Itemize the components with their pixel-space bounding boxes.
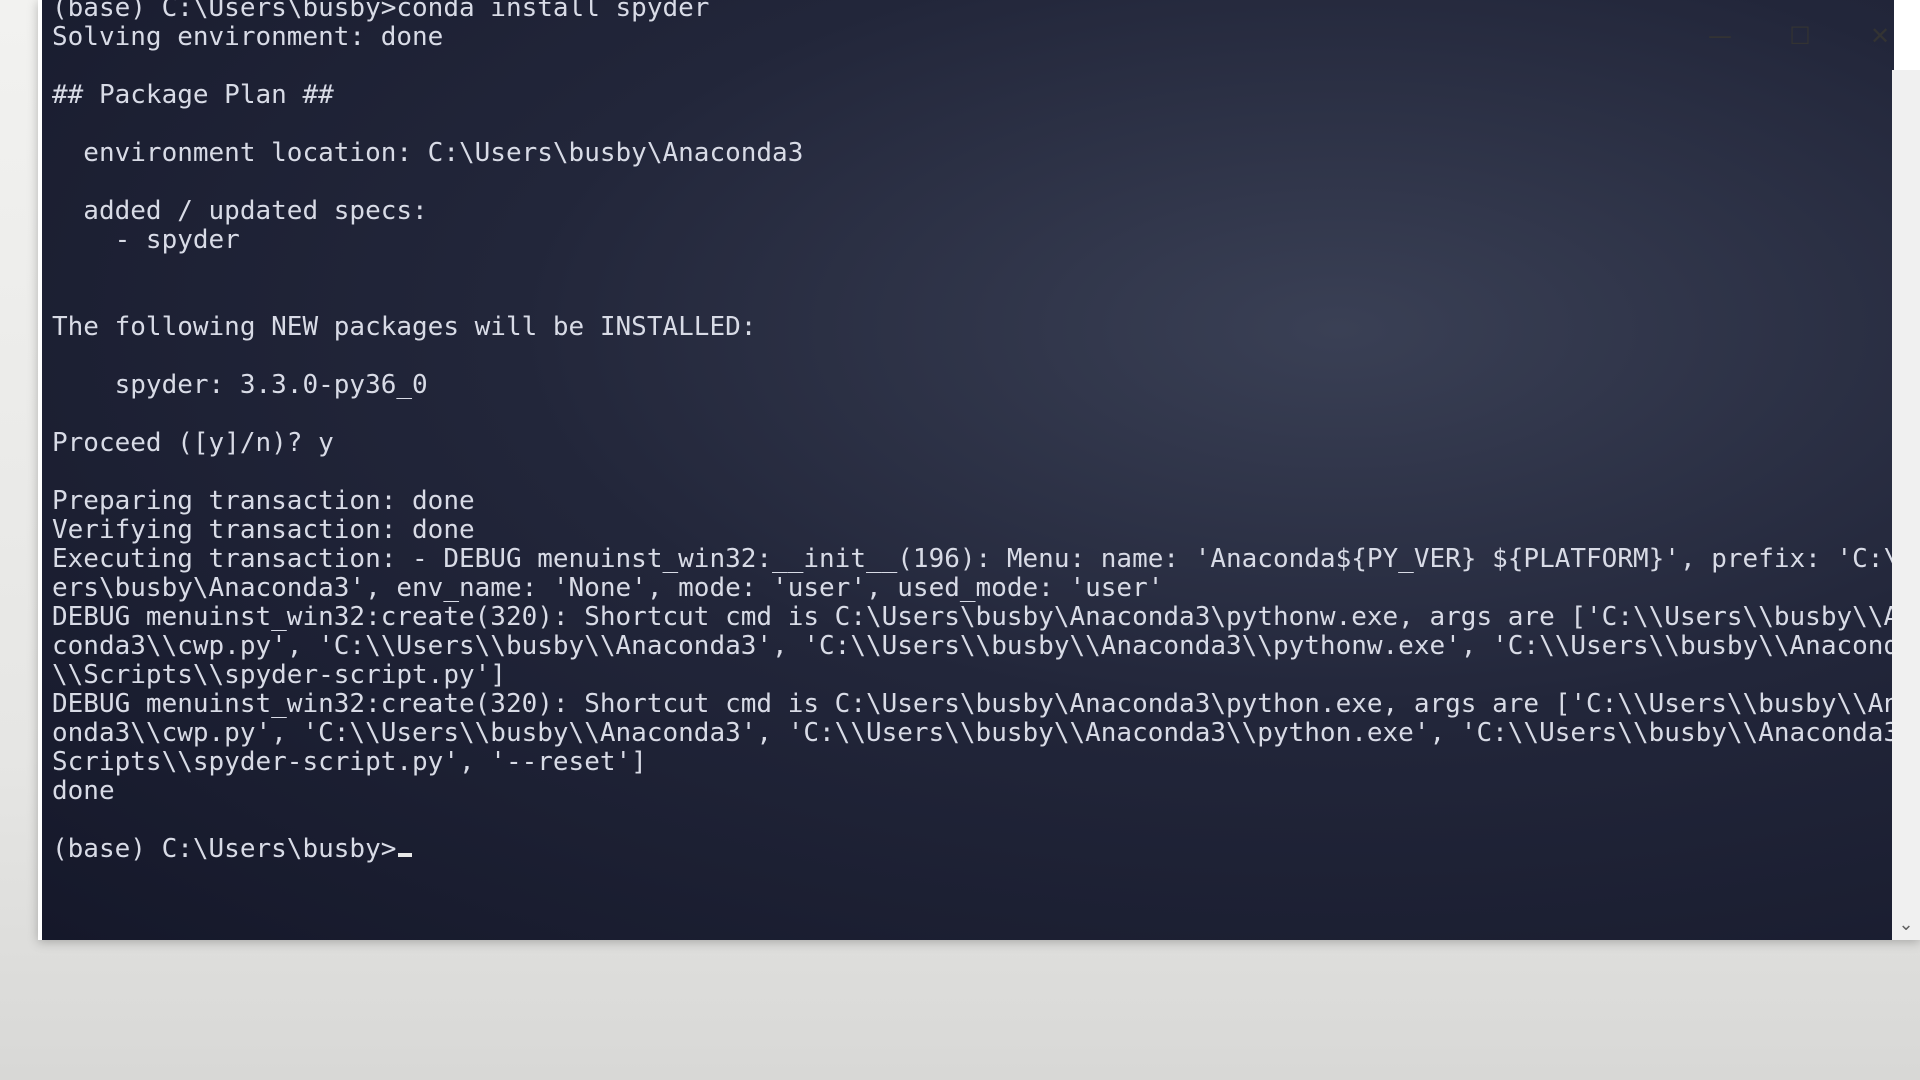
console-line: - spyder xyxy=(52,225,240,255)
minimize-button[interactable]: — xyxy=(1680,10,1760,62)
console-line: conda3\\cwp.py', 'C:\\Users\\busby\\Anac… xyxy=(52,631,1894,661)
command-prompt-window[interactable]: (base) C:\Users\busby>conda install spyd… xyxy=(38,0,1920,940)
console-line: Executing transaction: - DEBUG menuinst_… xyxy=(52,544,1894,574)
prompt-text: (base) C:\Users\busby> xyxy=(52,834,397,864)
console-output: (base) C:\Users\busby>conda install spyd… xyxy=(52,0,1894,864)
console-line: spyder: 3.3.0-py36_0 xyxy=(52,370,428,400)
console-area[interactable]: (base) C:\Users\busby>conda install spyd… xyxy=(42,0,1894,940)
console-line: Preparing transaction: done xyxy=(52,486,475,516)
console-line: Verifying transaction: done xyxy=(52,515,475,545)
console-line: (base) C:\Users\busby>conda install spyd… xyxy=(52,0,710,23)
chevron-down-icon: ⌄ xyxy=(1898,914,1914,935)
console-line: DEBUG menuinst_win32:create(320): Shortc… xyxy=(52,689,1894,719)
console-line: onda3\\cwp.py', 'C:\\Users\\busby\\Anaco… xyxy=(52,718,1894,748)
console-line: Proceed ([y]/n)? y xyxy=(52,428,334,458)
console-line: added / updated specs: xyxy=(52,196,428,226)
console-line: environment location: C:\Users\busby\Ana… xyxy=(52,138,804,168)
console-line: ers\busby\Anaconda3', env_name: 'None', … xyxy=(52,573,1164,603)
console-line: DEBUG menuinst_win32:create(320): Shortc… xyxy=(52,602,1894,632)
maximize-button[interactable]: ☐ xyxy=(1760,10,1840,62)
maximize-icon: ☐ xyxy=(1789,22,1811,50)
console-line: Scripts\\spyder-script.py', '--reset'] xyxy=(52,747,647,777)
console-line: done xyxy=(52,776,115,806)
text-cursor xyxy=(398,853,413,857)
close-button[interactable]: ✕ xyxy=(1840,10,1920,62)
console-line: ## Package Plan ## xyxy=(52,80,334,110)
window-controls: — ☐ ✕ xyxy=(1680,10,1920,62)
minimize-icon: — xyxy=(1708,22,1732,50)
desktop-background: (base) C:\Users\busby>conda install spyd… xyxy=(0,0,1920,1080)
scroll-down-button[interactable]: ⌄ xyxy=(1892,912,1920,938)
console-line: Solving environment: done xyxy=(52,22,444,52)
console-line: The following NEW packages will be INSTA… xyxy=(52,312,757,342)
close-icon: ✕ xyxy=(1869,22,1891,50)
console-line: \\Scripts\\spyder-script.py'] xyxy=(52,660,506,690)
vertical-scrollbar[interactable]: ⌄ xyxy=(1892,70,1920,940)
prompt-line[interactable]: (base) C:\Users\busby> xyxy=(52,835,1884,864)
